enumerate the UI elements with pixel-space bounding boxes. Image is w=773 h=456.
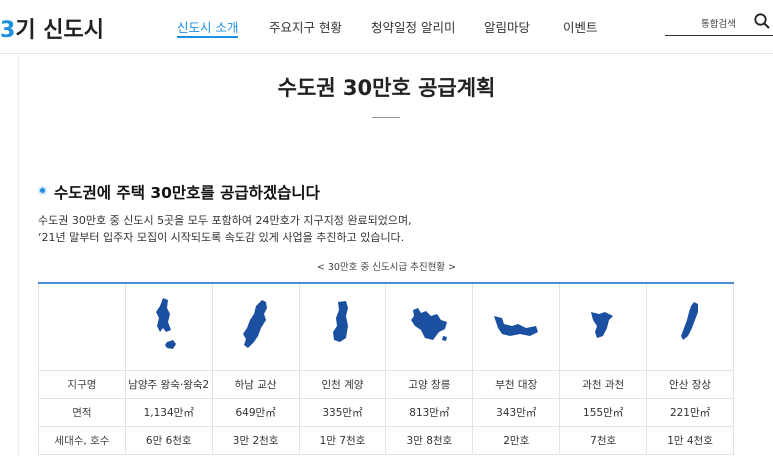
- bucheon-map-icon: [494, 315, 539, 336]
- description-line: 수도권 30만호 중 신도시 5곳을 모두 포함하여 24만호가 지구지정 완료…: [38, 214, 412, 227]
- district-area: 335만㎡: [298, 397, 387, 427]
- search-box[interactable]: 통합검색: [665, 10, 773, 36]
- row-header: 지구명: [38, 369, 126, 399]
- district-name: 남양주 왕숙·왕숙2: [124, 369, 213, 399]
- section-title: 수도권에 주택 30만호를 공급하겠습니다: [54, 184, 320, 202]
- district-area: 343만㎡: [472, 397, 561, 427]
- page-title: 수도권 30만호 공급계획: [277, 76, 496, 100]
- map-cell: [385, 282, 474, 371]
- district-name: 고양 창릉: [385, 369, 474, 399]
- district-area: 649만㎡: [211, 397, 300, 427]
- bullet-icon: [38, 186, 47, 195]
- map-cell: [211, 282, 300, 371]
- district-area: 155만㎡: [559, 397, 648, 427]
- site-header: 3기 신도시 신도시 소개 주요지구 현황 청약일정 알리미 알림마당 이벤트 …: [0, 0, 773, 54]
- district-units: 6만 6천호: [124, 425, 213, 455]
- district-area: 1,134만㎡: [124, 397, 213, 427]
- gwacheon-map-icon: [591, 311, 614, 338]
- district-units: 1만 7천호: [298, 425, 387, 455]
- site-logo[interactable]: 3기 신도시: [0, 12, 104, 44]
- district-units: 3만 8천호: [385, 425, 474, 455]
- row-header: 면적: [38, 397, 126, 427]
- map-row-header: [38, 282, 126, 371]
- nav-item-districts[interactable]: 주요지구 현황: [269, 17, 342, 36]
- map-cell: [124, 282, 213, 371]
- nav-item-schedule[interactable]: 청약일정 알리미: [371, 17, 455, 36]
- search-icon[interactable]: [753, 12, 771, 30]
- table-row: 면적 1,134만㎡ 649만㎡ 335만㎡ 813만㎡ 343만㎡ 155만㎡…: [38, 397, 734, 427]
- district-name: 부천 대장: [472, 369, 561, 399]
- nav-item-intro[interactable]: 신도시 소개: [177, 17, 239, 38]
- map-cell: [298, 282, 387, 371]
- district-name: 인천 계양: [298, 369, 387, 399]
- map-cell: [646, 282, 734, 371]
- table-caption: < 30만호 중 신도시급 추진현황 >: [316, 262, 457, 273]
- namyangju-map-icon: [155, 297, 176, 349]
- district-units: 1만 4천호: [646, 425, 734, 455]
- district-name: 하남 교산: [211, 369, 300, 399]
- content-divider: [18, 54, 19, 456]
- logo-text: 기 신도시: [15, 18, 104, 43]
- nav-item-event[interactable]: 이벤트: [563, 17, 598, 36]
- goyang-map-icon: [411, 307, 448, 341]
- map-cell: [472, 282, 561, 371]
- district-area: 221만㎡: [646, 397, 734, 427]
- nav-item-notice[interactable]: 알림마당: [484, 17, 530, 36]
- district-units: 2만호: [472, 425, 561, 455]
- hanam-map-icon: [242, 299, 267, 348]
- district-name: 안산 장상: [646, 369, 734, 399]
- description-line: ‘21년 말부터 입주자 모집이 시작되도록 속도감 있게 사업을 추진하고 있…: [38, 231, 405, 244]
- district-name: 과천 과천: [559, 369, 648, 399]
- map-row: [38, 282, 734, 371]
- logo-number: 3: [0, 18, 16, 43]
- district-units: 7천호: [559, 425, 648, 455]
- table-row: 세대수, 호수 6만 6천호 3만 2천호 1만 7천호 3만 8천호 2만호 …: [38, 425, 734, 455]
- incheon-map-icon: [333, 300, 349, 342]
- ansan-map-icon: [681, 301, 699, 340]
- table-row: 지구명 남양주 왕숙·왕숙2 하남 교산 인천 계양 고양 창릉 부천 대장 과…: [38, 369, 734, 399]
- row-header: 세대수, 호수: [38, 425, 126, 455]
- map-cell: [559, 282, 648, 371]
- district-table: 지구명 남양주 왕숙·왕숙2 하남 교산 인천 계양 고양 창릉 부천 대장 과…: [38, 282, 734, 455]
- district-area: 813만㎡: [385, 397, 474, 427]
- search-label[interactable]: 통합검색: [701, 16, 736, 30]
- district-units: 3만 2천호: [211, 425, 300, 455]
- description: 수도권 30만호 중 신도시 5곳을 모두 포함하여 24만호가 지구지정 완료…: [38, 212, 412, 246]
- title-divider: [372, 117, 400, 118]
